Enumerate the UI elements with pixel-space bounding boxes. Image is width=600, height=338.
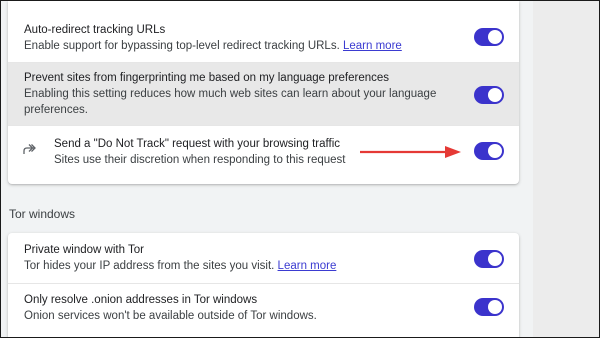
setting-description-line2: preferences. bbox=[24, 104, 88, 116]
setting-label: Private window with Tor bbox=[24, 244, 144, 256]
setting-description: Tor hides your IP address from the sites… bbox=[24, 258, 336, 274]
setting-label: Send a "Do Not Track" request with your … bbox=[54, 138, 340, 150]
auto-redirect-toggle[interactable] bbox=[474, 28, 504, 46]
setting-description-line1: Enabling this setting reduces how much w… bbox=[24, 88, 437, 100]
side-pane bbox=[533, 1, 599, 337]
toggle-knob bbox=[488, 88, 502, 102]
setting-row-private-window-tor: Private window with Tor Tor hides your I… bbox=[8, 233, 519, 283]
external-share-arrow-icon bbox=[23, 144, 36, 154]
learn-more-link[interactable]: Learn more bbox=[278, 260, 337, 272]
setting-row-onion-only: Only resolve .onion addresses in Tor win… bbox=[8, 283, 519, 337]
private-window-tor-toggle[interactable] bbox=[474, 250, 504, 268]
setting-row-fingerprinting: Prevent sites from fingerprinting me bas… bbox=[8, 62, 519, 126]
section-title-tor-windows: Tor windows bbox=[9, 207, 76, 221]
setting-label: Auto-redirect tracking URLs bbox=[24, 24, 166, 36]
setting-label: Prevent sites from fingerprinting me bas… bbox=[24, 72, 390, 84]
setting-description: Enable support for bypassing top-level r… bbox=[24, 38, 402, 54]
annotation-arrow-icon bbox=[360, 146, 461, 158]
onion-only-toggle[interactable] bbox=[474, 298, 504, 316]
do-not-track-toggle[interactable] bbox=[474, 142, 504, 160]
setting-description-text: Tor hides your IP address from the sites… bbox=[24, 260, 275, 272]
setting-row-auto-redirect: Auto-redirect tracking URLs Enable suppo… bbox=[8, 1, 519, 66]
toggle-knob bbox=[488, 144, 502, 158]
setting-description: Onion services won't be available outsid… bbox=[24, 310, 317, 322]
setting-label: Only resolve .onion addresses in Tor win… bbox=[24, 294, 258, 306]
setting-description: Sites use their discretion when respondi… bbox=[54, 154, 346, 166]
setting-description-text: Enable support for bypassing top-level r… bbox=[24, 40, 340, 52]
fingerprinting-toggle[interactable] bbox=[474, 86, 504, 104]
toggle-knob bbox=[488, 252, 502, 266]
toggle-knob bbox=[488, 300, 502, 314]
settings-screen: Auto-redirect tracking URLs Enable suppo… bbox=[0, 0, 600, 338]
learn-more-link[interactable]: Learn more bbox=[343, 40, 402, 52]
toggle-knob bbox=[488, 30, 502, 44]
tor-settings-card: Private window with Tor Tor hides your I… bbox=[8, 233, 519, 337]
